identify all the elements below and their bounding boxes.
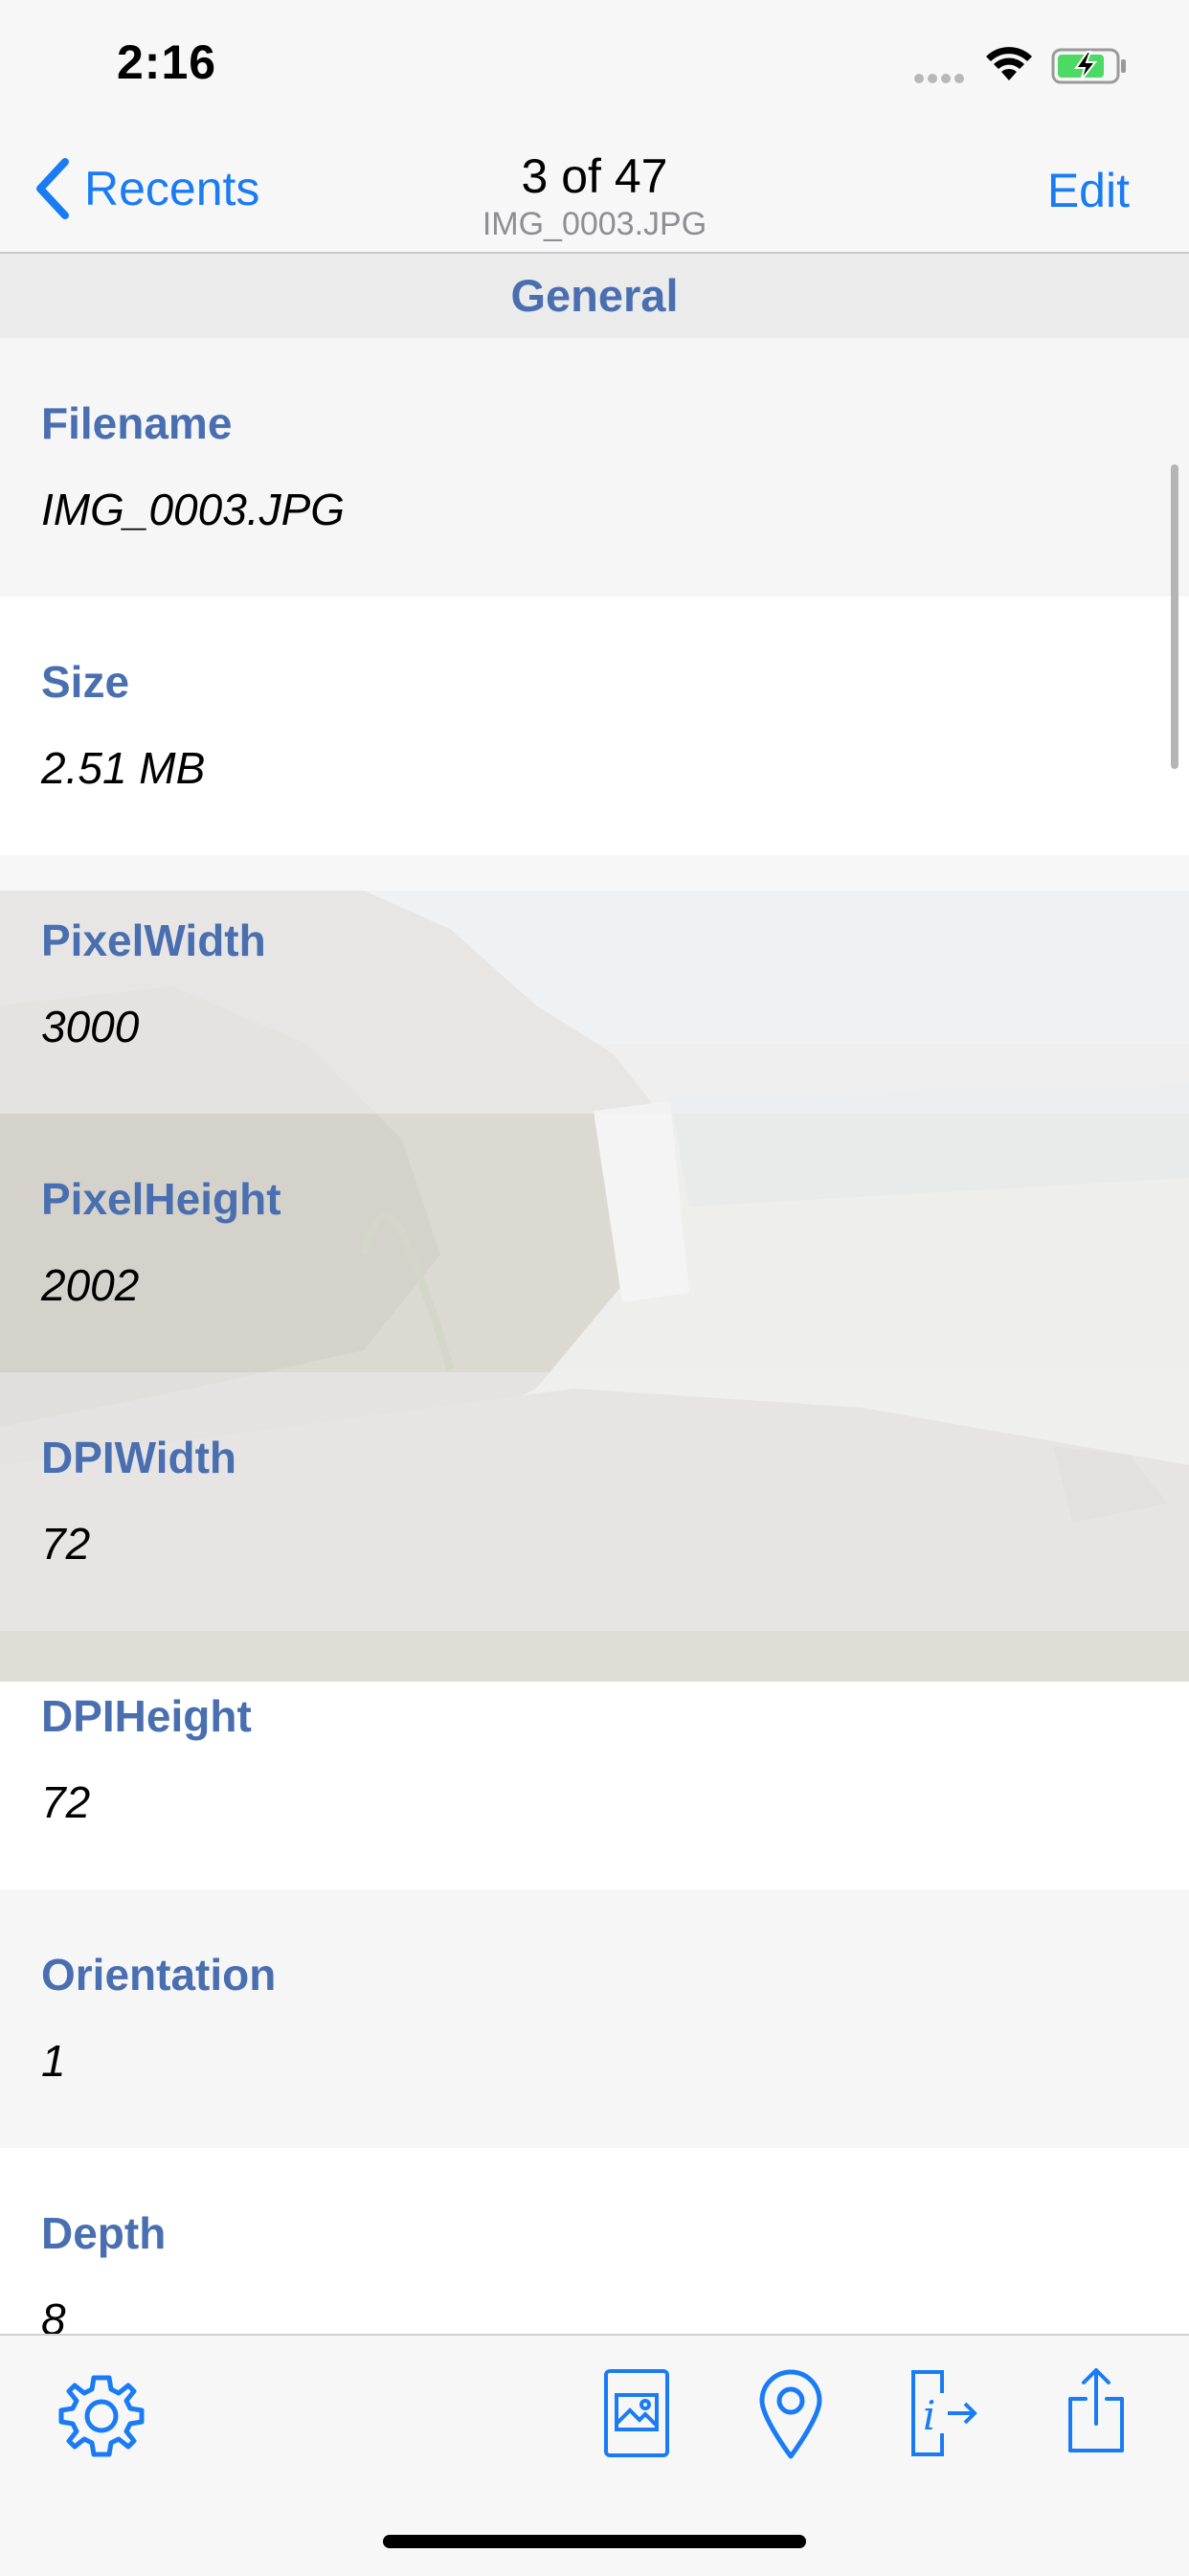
section-header-general: General xyxy=(0,254,1189,338)
field-value: IMG_0003.JPG xyxy=(41,485,346,534)
navigation-bar: Recents 3 of 47 IMG_0003.JPG Edit xyxy=(0,129,1189,254)
field-value: 3000 xyxy=(41,1002,140,1051)
wifi-icon xyxy=(986,47,1032,80)
field-value: 1 xyxy=(41,2036,66,2086)
status-bar: 2:16 xyxy=(0,0,1189,129)
field-value: 72 xyxy=(41,1777,91,1827)
field-label: DPIWidth xyxy=(41,1433,236,1482)
field-label: Depth xyxy=(41,2208,167,2258)
list-item[interactable]: Size 2.51 MB xyxy=(0,597,1189,855)
field-label: PixelHeight xyxy=(41,1174,281,1224)
list-item[interactable]: PixelWidth 3000 xyxy=(0,855,1189,1114)
svg-text:i: i xyxy=(923,2392,935,2439)
field-label: Orientation xyxy=(41,1950,277,2000)
home-indicator[interactable] xyxy=(383,2535,806,2548)
field-value: 2.51 MB xyxy=(41,743,206,793)
field-label: PixelWidth xyxy=(41,915,266,965)
list-item[interactable]: DPIWidth 72 xyxy=(0,1372,1189,1631)
photo-icon[interactable] xyxy=(603,2368,670,2458)
field-label: DPIHeight xyxy=(41,1691,252,1741)
location-pin-icon[interactable] xyxy=(756,2368,825,2460)
page-title: 3 of 47 xyxy=(521,149,668,203)
page-subtitle: IMG_0003.JPG xyxy=(482,206,707,242)
metadata-list: Filename IMG_0003.JPG Size 2.51 MB Pixel… xyxy=(0,338,1189,2407)
share-icon[interactable] xyxy=(1065,2366,1128,2456)
scroll-indicator[interactable] xyxy=(1171,464,1178,769)
info-export-icon[interactable]: i xyxy=(909,2368,978,2458)
list-item[interactable]: Orientation 1 xyxy=(0,1889,1189,2148)
cellular-signal-icon xyxy=(914,71,968,88)
field-value: 72 xyxy=(41,1519,91,1569)
edit-button[interactable]: Edit xyxy=(1047,163,1130,218)
field-value: 2002 xyxy=(41,1260,140,1310)
battery-charging-icon xyxy=(1051,48,1126,84)
field-label: Filename xyxy=(41,398,233,448)
status-time: 2:16 xyxy=(117,35,217,89)
field-label: Size xyxy=(41,657,130,707)
list-item[interactable]: Filename IMG_0003.JPG xyxy=(0,338,1189,597)
gear-icon[interactable] xyxy=(56,2370,147,2462)
list-item[interactable]: PixelHeight 2002 xyxy=(0,1114,1189,1372)
list-item[interactable]: DPIHeight 72 xyxy=(0,1631,1189,1889)
